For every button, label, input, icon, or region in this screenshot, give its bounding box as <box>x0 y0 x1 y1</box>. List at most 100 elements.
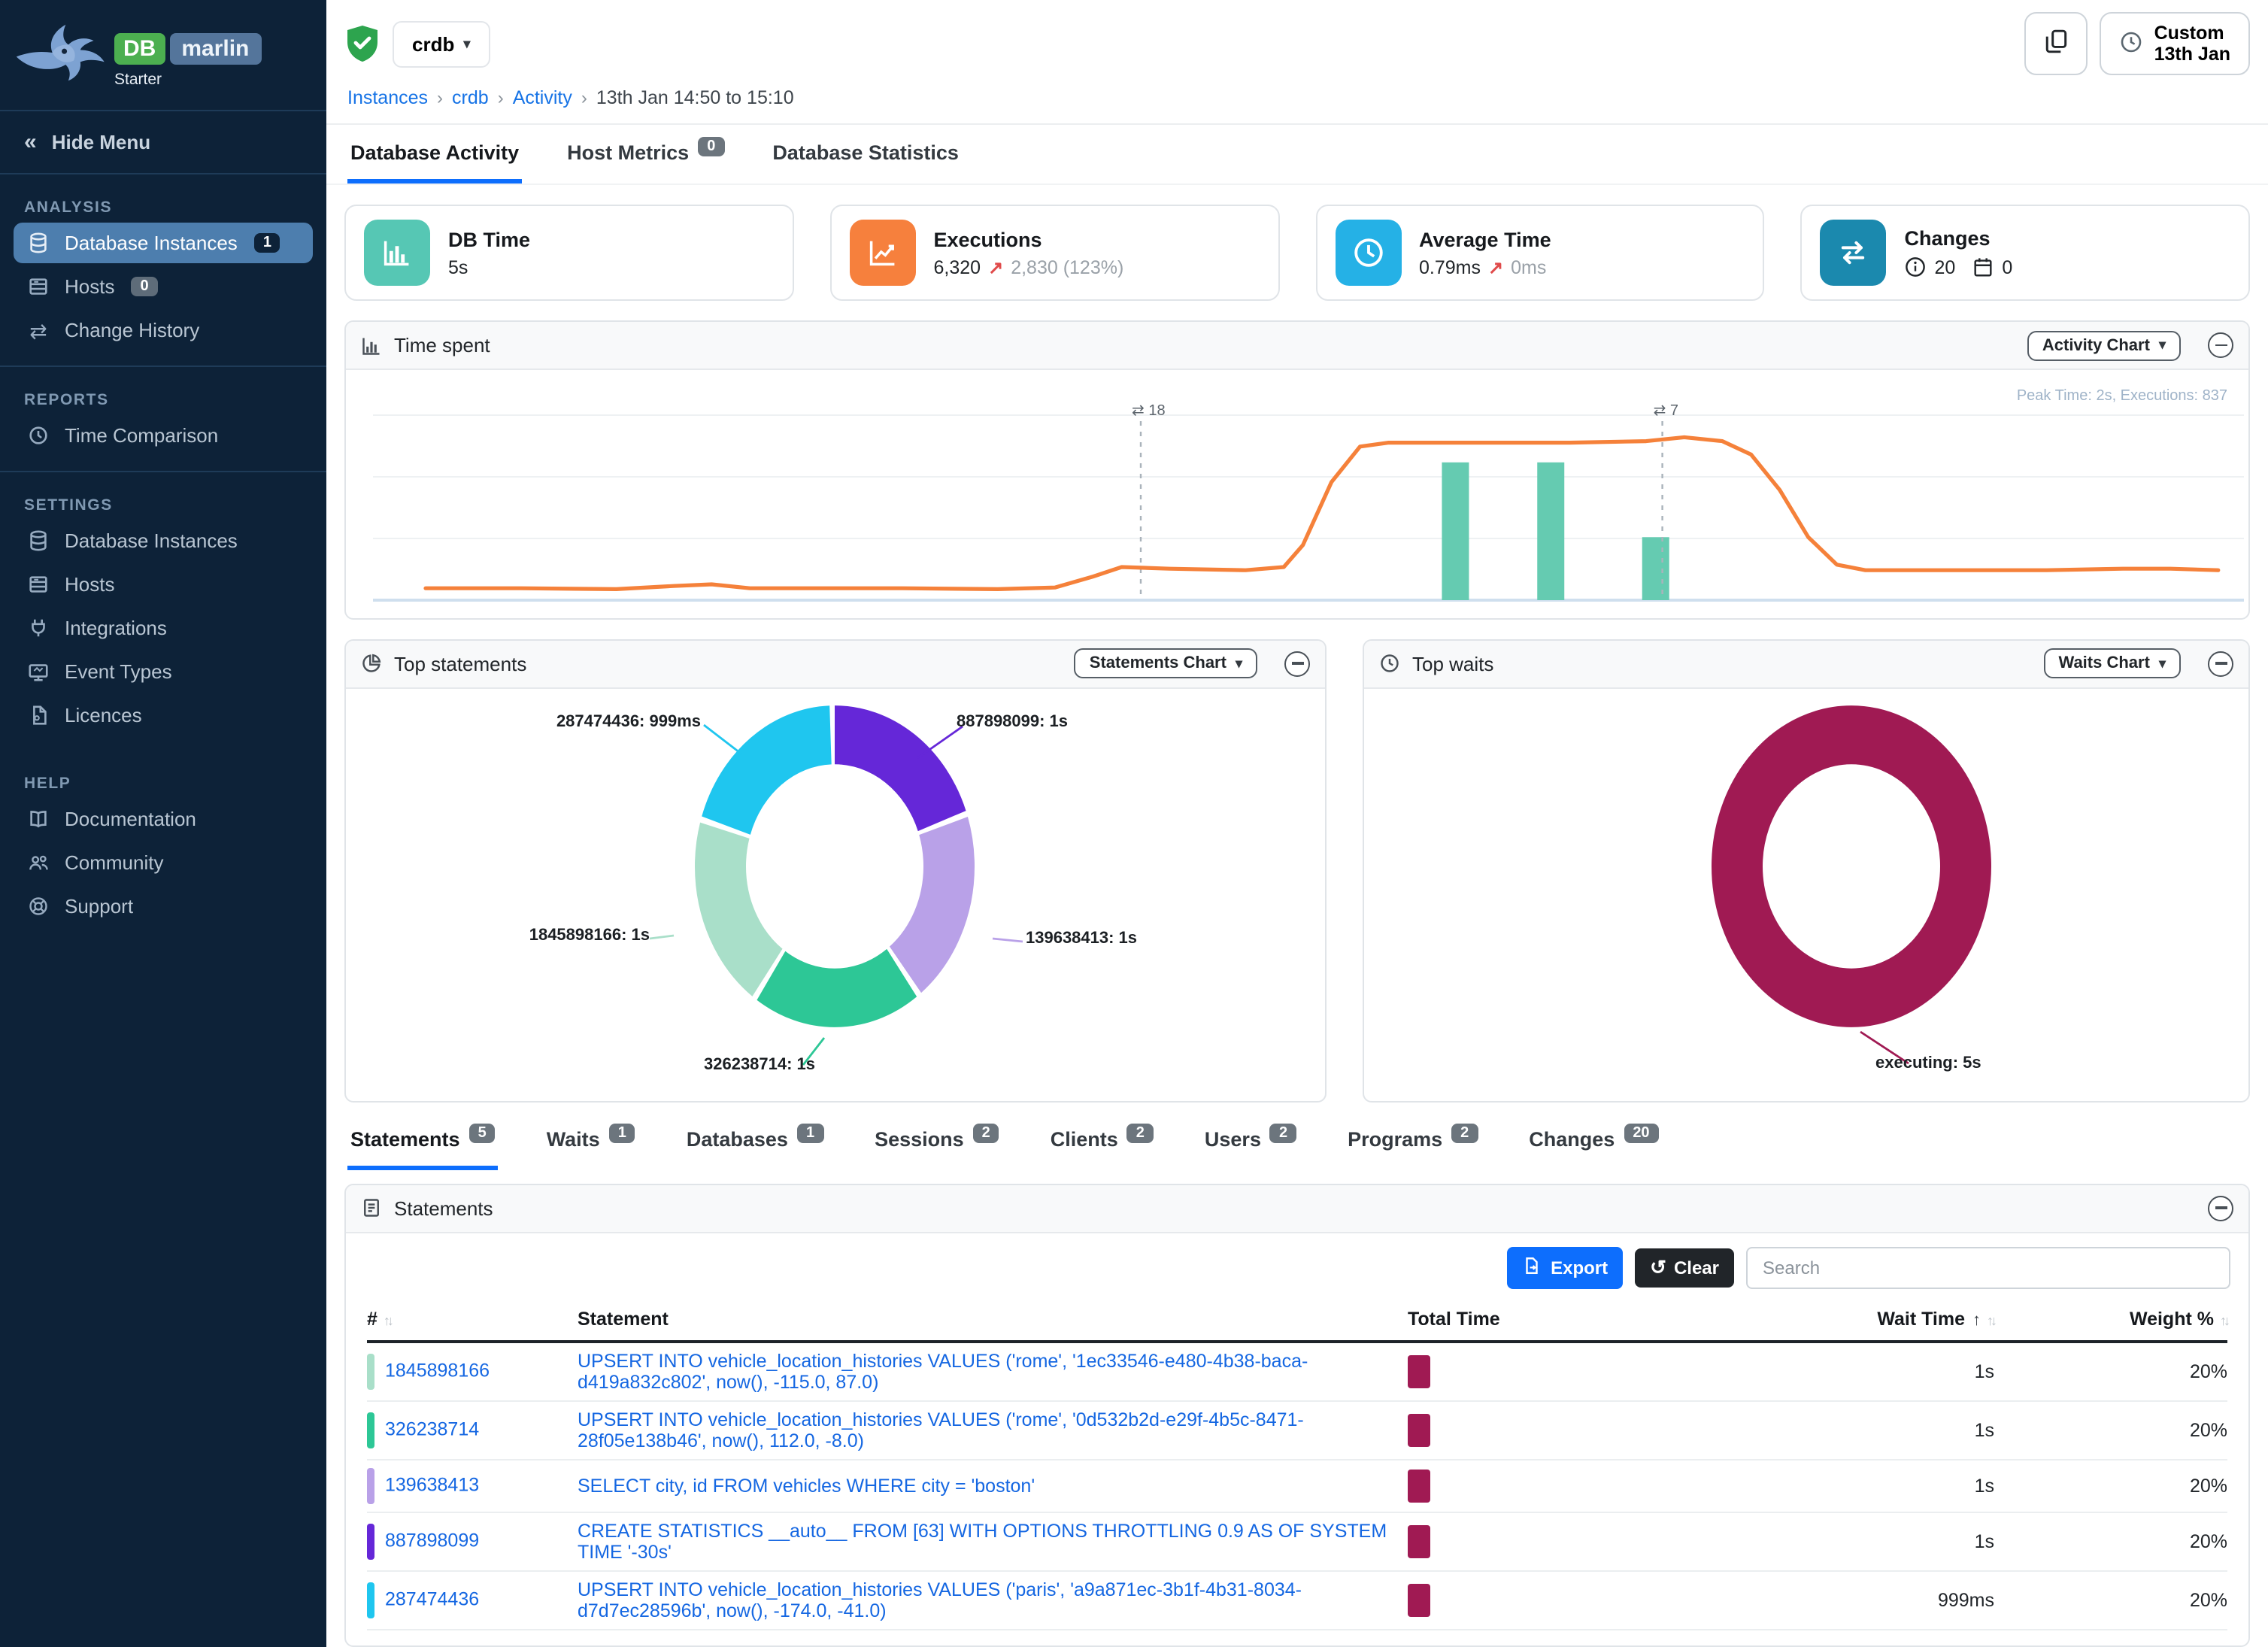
sidebar-item[interactable]: Event Types <box>14 651 313 692</box>
brand-marlin: marlin <box>169 33 261 65</box>
statement-color-chip <box>367 1582 374 1618</box>
collapse-panel-button[interactable] <box>2208 332 2233 358</box>
clock-icon <box>26 424 51 447</box>
sidebar-item-label: Community <box>65 851 164 874</box>
tab[interactable]: Sessions 2 <box>872 1111 1002 1169</box>
table-toolbar: Export ↺ Clear <box>346 1233 2248 1300</box>
tab[interactable]: Host Metrics 0 <box>564 125 727 184</box>
sidebar-item[interactable]: Hosts 0 <box>14 266 313 307</box>
changes-event-count: 0 <box>2002 256 2012 278</box>
time-range-button[interactable]: Custom 13th Jan <box>2100 12 2250 75</box>
tab[interactable]: Changes 20 <box>1526 1111 1661 1169</box>
sidebar-item[interactable]: Community <box>14 842 313 883</box>
instance-selector[interactable]: crdb ▾ <box>393 20 490 67</box>
executions-card: Executions 6,320 ↗ 2,830 (123%) <box>830 205 1280 301</box>
wait-time-value: 1s <box>1633 1459 1994 1512</box>
sidebar-item[interactable]: Database Instances <box>14 520 313 561</box>
undo-icon: ↺ <box>1650 1257 1666 1277</box>
statements-table-wrap: #↑↓ Statement Total Time Wait Time↑↑↓ We… <box>346 1300 2248 1630</box>
bar-chart-icon <box>364 220 430 286</box>
activity-chart-select[interactable]: Activity Chart ▾ <box>2027 330 2181 360</box>
tab[interactable]: Waits 1 <box>544 1111 638 1169</box>
collapse-chevrons-icon: « <box>24 129 37 155</box>
statement-id-link[interactable]: 1845898166 <box>385 1360 490 1381</box>
clock-icon <box>2120 29 2144 58</box>
support-icon <box>26 895 51 918</box>
database-icon <box>26 529 51 552</box>
tab[interactable]: Users 2 <box>1202 1111 1299 1169</box>
tab[interactable]: Statements 5 <box>347 1111 499 1169</box>
sidebar-section: ANALYSIS Database Instances 1 <box>0 174 326 367</box>
sidebar-item[interactable]: Support <box>14 886 313 927</box>
activity-chart: ⇄ 18⇄ 714:5014:5515:0015:05 <box>346 370 2250 619</box>
sidebar-section: REPORTS Time Comparison <box>0 367 326 472</box>
weight-value: 20% <box>1994 1400 2227 1459</box>
sidebar-section-title: SETTINGS <box>24 496 302 514</box>
hide-menu-button[interactable]: « Hide Menu <box>0 111 326 174</box>
search-input[interactable] <box>1746 1246 2230 1288</box>
export-button[interactable]: Export <box>1507 1246 1623 1288</box>
statement-id-link[interactable]: 139638413 <box>385 1474 479 1495</box>
column-header-wait-time[interactable]: Wait Time↑↑↓ <box>1633 1300 1994 1341</box>
sidebar-item-label: Time Comparison <box>65 424 218 447</box>
statements-donut-body: 887898099: 1s 139638413: 1s 326238714: 1… <box>346 688 1325 1100</box>
breadcrumb-link[interactable]: Activity <box>513 87 572 108</box>
breadcrumb: Instances› crdb› Activity› 13th Jan 14:5… <box>347 87 2250 108</box>
statements-chart-select[interactable]: Statements Chart ▾ <box>1075 648 1257 678</box>
tab[interactable]: Programs 2 <box>1345 1111 1481 1169</box>
table-footer-space <box>367 1630 2227 1647</box>
collapse-panel-button[interactable] <box>1284 651 1310 676</box>
copy-link-button[interactable] <box>2025 12 2088 75</box>
table-row: 139638413 SELECT city, id FROM vehicles … <box>367 1459 2227 1512</box>
sidebar-item-label: Support <box>65 895 133 918</box>
svg-text:⇄ 18: ⇄ 18 <box>1132 402 1166 419</box>
sidebar-item[interactable]: Licences <box>14 695 313 736</box>
tab-badge: 0 <box>698 137 724 156</box>
tab[interactable]: Clients 2 <box>1048 1111 1157 1169</box>
tab-badge: 2 <box>1270 1123 1296 1142</box>
line-chart-icon <box>850 220 916 286</box>
waits-chart-select[interactable]: Waits Chart ▾ <box>2044 648 2182 678</box>
panel-title: Time spent <box>394 334 490 356</box>
tab[interactable]: Databases 1 <box>684 1111 826 1169</box>
sidebar-item[interactable]: ⇄ Change History <box>14 310 313 350</box>
table-row: 1845898166 UPSERT INTO vehicle_location_… <box>367 1341 2227 1400</box>
breadcrumb-link[interactable]: crdb <box>452 87 489 108</box>
tab[interactable]: Database Statistics <box>769 125 962 184</box>
panel-title: Statements <box>394 1197 493 1219</box>
statement-id-link[interactable]: 887898099 <box>385 1530 479 1551</box>
statement-sql-link[interactable]: SELECT city, id FROM vehicles WHERE city… <box>578 1475 1035 1496</box>
statement-sql-link[interactable]: UPSERT INTO vehicle_location_histories V… <box>578 1350 1308 1392</box>
statement-id-link[interactable]: 326238714 <box>385 1418 479 1439</box>
collapse-panel-button[interactable] <box>2208 1195 2233 1221</box>
total-time-bar <box>1408 1583 1430 1616</box>
sidebar-item[interactable]: Time Comparison <box>14 415 313 456</box>
collapse-panel-button[interactable] <box>2208 651 2233 676</box>
tab-badge: 5 <box>469 1123 496 1142</box>
main-tabs: Database Activity Host Metrics 0 Databas… <box>326 125 2268 185</box>
statement-id-link[interactable]: 287474436 <box>385 1588 479 1609</box>
column-header-weight[interactable]: Weight %↑↓ <box>1994 1300 2227 1341</box>
breadcrumb-link[interactable]: Instances <box>347 87 428 108</box>
svg-text:15:05: 15:05 <box>1835 617 1876 619</box>
statement-sql-link[interactable]: UPSERT INTO vehicle_location_histories V… <box>578 1409 1304 1451</box>
sidebar-item[interactable]: Database Instances 1 <box>14 223 313 263</box>
sort-icon: ↑↓ <box>384 1312 391 1327</box>
tab[interactable]: Database Activity <box>347 125 522 184</box>
table-row: 887898099 CREATE STATISTICS __auto__ FRO… <box>367 1512 2227 1570</box>
svg-text:⇄ 7: ⇄ 7 <box>1654 402 1678 419</box>
column-header-statement[interactable]: Statement <box>578 1300 1408 1341</box>
statement-sql-link[interactable]: UPSERT INTO vehicle_location_histories V… <box>578 1579 1302 1621</box>
statement-color-chip <box>367 1412 374 1448</box>
activity-chart-body: Peak Time: 2s, Executions: 837 ⇄ 18⇄ 714… <box>346 370 2248 619</box>
sidebar-item-label: Change History <box>65 319 199 341</box>
sidebar-item[interactable]: Integrations <box>14 608 313 648</box>
column-header-total-time[interactable]: Total Time <box>1408 1300 1633 1341</box>
total-time-bar <box>1408 1413 1430 1446</box>
sidebar-item[interactable]: Documentation <box>14 799 313 839</box>
statement-sql-link[interactable]: CREATE STATISTICS __auto__ FROM [63] WIT… <box>578 1520 1387 1562</box>
clear-button[interactable]: ↺ Clear <box>1635 1248 1734 1287</box>
column-header-id[interactable]: #↑↓ <box>367 1300 578 1341</box>
sidebar-item[interactable]: Hosts <box>14 564 313 605</box>
tab-badge: 1 <box>797 1123 823 1142</box>
